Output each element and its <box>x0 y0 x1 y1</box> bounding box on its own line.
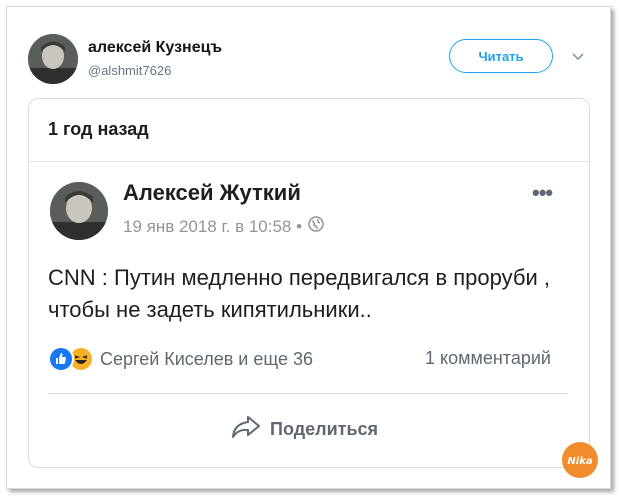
post-date-text: 19 янв 2018 г. в 10:58 • <box>123 216 303 236</box>
tweet-author-handle[interactable]: @alshmit7626 <box>88 63 171 78</box>
share-label: Поделиться <box>270 419 379 439</box>
card-divider <box>29 161 589 162</box>
globe-icon <box>308 216 324 237</box>
more-options-button[interactable]: ••• <box>532 180 553 206</box>
post-text: CNN : Путин медленно передвигался в прор… <box>48 265 550 322</box>
tweet-author-avatar[interactable] <box>28 34 78 84</box>
reactions-text: Сергей Киселев и еще 36 <box>100 348 313 369</box>
share-button[interactable]: Поделиться <box>230 414 378 445</box>
share-arrow-icon <box>230 414 262 445</box>
memory-time-ago: 1 год назад <box>48 119 149 139</box>
follow-button[interactable]: Читать <box>449 39 553 73</box>
post-date[interactable]: 19 янв 2018 г. в 10:58 • <box>123 216 324 237</box>
svg-text:Nika: Nika <box>567 456 592 467</box>
comments-count-link[interactable]: 1 комментарий <box>425 348 551 369</box>
post-author-avatar[interactable] <box>50 182 108 240</box>
action-divider <box>48 393 568 394</box>
chevron-down-icon[interactable] <box>570 50 586 64</box>
like-reaction-icon <box>48 346 74 372</box>
logo-icon: Nika <box>560 440 600 480</box>
post-author-name[interactable]: Алексей Жуткий <box>123 180 301 206</box>
reactions-summary[interactable]: Сергей Киселев и еще 36 <box>48 346 313 372</box>
tweet-author-name[interactable]: алексей Кузнецъ <box>88 39 222 57</box>
